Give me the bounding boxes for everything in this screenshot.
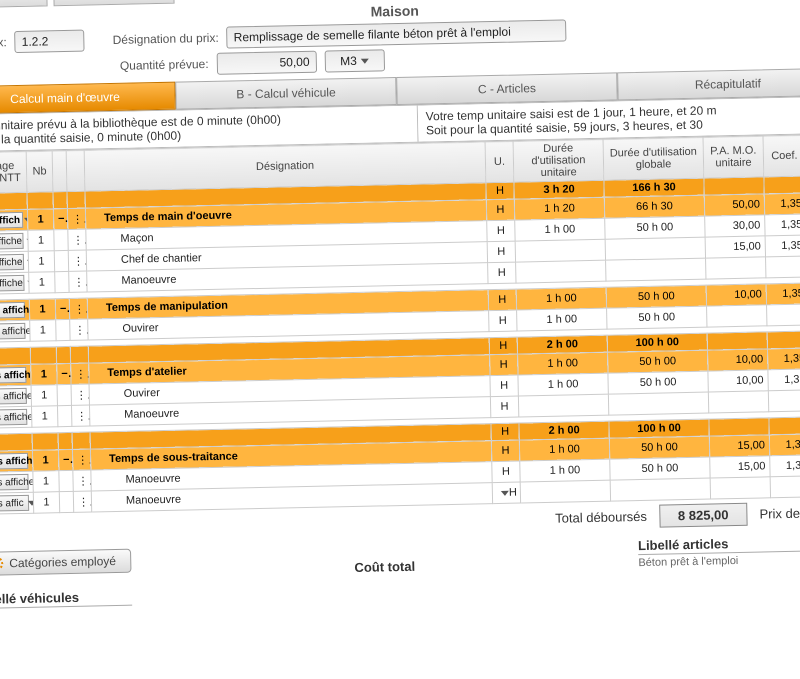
gantt-display-select[interactable]: e pas affiche xyxy=(0,254,24,271)
gantt-display-select[interactable]: Ne pas affiche xyxy=(0,388,27,405)
col-pa-mo[interactable]: P.A. M.O. unitaire xyxy=(703,136,764,178)
gantt-display-select[interactable]: Ne pas affiche xyxy=(0,409,27,426)
gantt-display-select[interactable]: Ne pas affich xyxy=(0,367,26,384)
designation-label: Désignation du prix: xyxy=(113,31,219,47)
gantt-display-select[interactable]: Ne pas affiche xyxy=(0,323,26,340)
quantity-label: Quantité prévue: xyxy=(120,57,209,73)
gantt-display-select[interactable]: Ne pas affich xyxy=(0,453,28,470)
gantt-display-select[interactable]: e pas affiche xyxy=(0,233,24,250)
article-item: Béton prêt à l'emploi xyxy=(638,551,800,569)
col-nb[interactable]: Nb xyxy=(26,151,53,193)
sous-detail-button[interactable]: Sous-dét... xyxy=(53,0,174,6)
gantt-display-select[interactable]: e pas affich xyxy=(0,212,23,229)
labor-grid: Affichage ans GANTT Nb Désignation U. Du… xyxy=(0,134,800,515)
col-unit[interactable]: U. xyxy=(485,141,514,183)
tab-b-vehicle[interactable]: B - Calcul véhicule xyxy=(175,77,397,110)
back-button[interactable]: Retour xyxy=(0,0,48,8)
unit-select[interactable]: M3 xyxy=(324,49,384,72)
gear-icon xyxy=(0,556,3,570)
tab-d-recap[interactable]: Récapitulatif xyxy=(617,68,800,101)
expand-toggle[interactable]: − xyxy=(58,449,72,470)
tab-c-articles[interactable]: C - Articles xyxy=(396,72,618,105)
chevron-down-icon xyxy=(501,490,509,495)
total-cost-label: Coût total xyxy=(354,559,415,576)
expand-toggle[interactable]: − xyxy=(55,298,69,319)
col-expand xyxy=(52,150,67,191)
vehicles-section-header: Libellé véhicules xyxy=(0,589,132,609)
quantity-input[interactable]: 50,00 xyxy=(216,51,316,75)
price-number-label: ro du prix: xyxy=(0,35,7,50)
col-global-duration[interactable]: Durée d'utilisation globale xyxy=(603,137,704,180)
price-number-input[interactable]: 1.2.2 xyxy=(14,30,84,53)
designation-input[interactable]: Remplissage de semelle filante béton prê… xyxy=(226,19,566,48)
categories-employe-button[interactable]: Catégories employé xyxy=(0,549,131,576)
total-pv-label: Prix de vente xyxy=(759,505,800,522)
chevron-down-icon xyxy=(28,500,34,505)
col-unit-duration[interactable]: Durée d'utilisation unitaire xyxy=(513,139,604,182)
total-deb-label: Total déboursés xyxy=(555,509,647,526)
expand-toggle[interactable]: − xyxy=(53,208,67,229)
col-affichage[interactable]: Affichage ans GANTT xyxy=(0,151,27,193)
col-marker xyxy=(66,150,85,191)
gantt-display-select[interactable]: Ne pas affiche xyxy=(0,474,29,491)
gantt-display-select[interactable]: Ne pas affich xyxy=(0,302,25,319)
total-deb-value: 8 825,00 xyxy=(659,503,748,528)
expand-toggle[interactable]: − xyxy=(57,363,71,384)
gantt-display-select[interactable]: Ne pas affic xyxy=(0,495,29,512)
chevron-down-icon xyxy=(361,59,369,64)
tab-a-labor[interactable]: Calcul main d'œuvre xyxy=(0,82,176,115)
gantt-display-select[interactable]: e pas affiche xyxy=(0,275,25,292)
col-coef[interactable]: Coef. xyxy=(763,135,800,177)
